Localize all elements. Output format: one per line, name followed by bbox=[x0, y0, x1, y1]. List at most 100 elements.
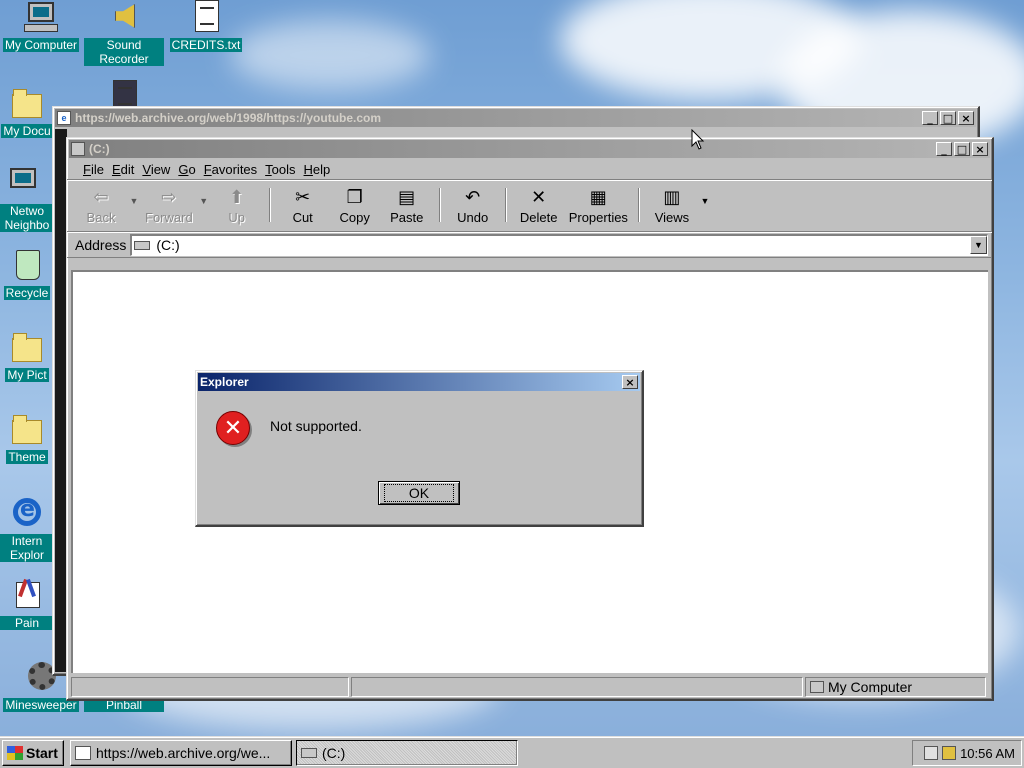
start-button[interactable]: Start bbox=[2, 739, 64, 766]
explorer-titlebar[interactable]: (C:) _ □ × bbox=[69, 140, 990, 158]
paint-icon bbox=[10, 578, 44, 612]
desktop-icon-label: Pain bbox=[0, 616, 54, 630]
drive-icon bbox=[134, 240, 151, 250]
desktop-icon-label: Recycle bbox=[3, 286, 51, 300]
menu-file[interactable]: File bbox=[79, 162, 108, 177]
close-button[interactable]: × bbox=[958, 111, 974, 125]
toolbar-separator bbox=[268, 188, 271, 222]
browser-title: https://web.archive.org/web/1998/https:/… bbox=[75, 111, 382, 125]
address-bar: Address (C:) ▼ bbox=[67, 232, 992, 258]
maximize-button[interactable]: □ bbox=[954, 142, 970, 156]
views-dropdown-arrow[interactable]: ▼ bbox=[698, 184, 712, 206]
undo-button[interactable]: ↶ Undo bbox=[447, 184, 499, 227]
toolbar-separator bbox=[438, 188, 441, 222]
status-cell-size bbox=[351, 677, 803, 697]
speaker-icon bbox=[107, 0, 141, 34]
views-grid-icon: ▥ bbox=[663, 186, 681, 208]
paste-button[interactable]: ▤ Paste bbox=[381, 184, 433, 227]
computer-icon bbox=[810, 681, 824, 693]
drive-icon bbox=[71, 142, 85, 156]
cloud bbox=[230, 20, 430, 90]
back-arrow-icon: ⇦ bbox=[93, 186, 109, 208]
folder-icon bbox=[10, 412, 44, 446]
forward-button[interactable]: ⇨ Forward bbox=[141, 184, 197, 227]
close-button[interactable]: × bbox=[972, 142, 988, 156]
mouse-cursor-icon bbox=[691, 129, 705, 150]
toolbar-separator bbox=[504, 188, 507, 222]
views-button[interactable]: ▥ Views bbox=[646, 184, 698, 227]
explorer-title: (C:) bbox=[89, 142, 110, 156]
desktop-icon-recycle-bin[interactable]: Recycle bbox=[0, 248, 54, 300]
copy-button[interactable]: ❐ Copy bbox=[329, 184, 381, 227]
address-dropdown-button[interactable]: ▼ bbox=[970, 235, 987, 254]
windows-logo-icon bbox=[7, 745, 23, 760]
desktop-icon-my-computer[interactable]: My Computer bbox=[1, 0, 81, 52]
desktop-icon-my-pictures[interactable]: My Pict bbox=[0, 330, 54, 382]
undo-icon: ↶ bbox=[465, 186, 481, 208]
internet-explorer-icon bbox=[75, 745, 91, 760]
toolbar-separator bbox=[637, 188, 640, 222]
menu-favorites[interactable]: Favorites bbox=[200, 162, 261, 177]
folder-icon bbox=[10, 86, 44, 120]
properties-button[interactable]: ▦ Properties bbox=[565, 184, 632, 227]
desktop-icon-label: My Docu bbox=[1, 124, 53, 138]
taskbar-item-browser[interactable]: https://web.archive.org/we... bbox=[70, 739, 292, 766]
volume-icon[interactable] bbox=[942, 746, 957, 760]
status-cell-location: My Computer bbox=[805, 677, 986, 697]
tray-network-icon[interactable] bbox=[924, 746, 939, 760]
scissors-icon: ✂ bbox=[295, 186, 311, 208]
cut-button[interactable]: ✂ Cut bbox=[277, 184, 329, 227]
system-tray: 10:56 AM bbox=[912, 740, 1022, 766]
desktop-icon-label: Theme bbox=[6, 450, 48, 464]
dialog-title: Explorer bbox=[200, 375, 249, 389]
computer-icon bbox=[24, 0, 58, 34]
desktop-icon-sound-recorder[interactable]: Sound Recorder bbox=[84, 0, 164, 66]
recycle-bin-icon bbox=[10, 248, 44, 282]
up-button[interactable]: ⬆ Up bbox=[211, 184, 263, 227]
menu-tools[interactable]: Tools bbox=[261, 162, 299, 177]
internet-explorer-icon bbox=[10, 496, 44, 530]
desktop-icon-themes[interactable]: Theme bbox=[0, 412, 54, 464]
taskbar: Start https://web.archive.org/we... (C:)… bbox=[0, 736, 1024, 768]
delete-button[interactable]: ✕ Delete bbox=[513, 184, 565, 227]
delete-x-icon: ✕ bbox=[531, 186, 547, 208]
dialog-close-button[interactable]: × bbox=[622, 375, 638, 389]
menu-go[interactable]: Go bbox=[174, 162, 199, 177]
address-input[interactable]: (C:) ▼ bbox=[130, 233, 988, 256]
copy-icon: ❐ bbox=[346, 186, 363, 208]
clock[interactable]: 10:56 AM bbox=[960, 746, 1015, 761]
maximize-button[interactable]: □ bbox=[940, 111, 956, 125]
desktop-icon-paint[interactable]: Pain bbox=[0, 578, 54, 630]
back-button[interactable]: ⇦ Back bbox=[75, 184, 127, 227]
taskbar-item-explorer[interactable]: (C:) bbox=[296, 739, 518, 766]
error-dialog[interactable]: Explorer × ✕ Not supported. OK bbox=[195, 370, 644, 527]
menu-edit[interactable]: Edit bbox=[108, 162, 138, 177]
dialog-titlebar[interactable]: Explorer × bbox=[198, 373, 640, 391]
desktop-icon-label: Intern Explor bbox=[0, 534, 54, 562]
desktop-icon-label: My Pict bbox=[5, 368, 49, 382]
desktop-icon-label: CREDITS.txt bbox=[169, 38, 243, 52]
error-icon: ✕ bbox=[216, 411, 250, 445]
properties-icon: ▦ bbox=[589, 186, 607, 208]
up-folder-icon: ⬆ bbox=[229, 186, 245, 208]
menu-help[interactable]: Help bbox=[300, 162, 335, 177]
drive-icon bbox=[301, 747, 317, 758]
minimize-button[interactable]: _ bbox=[922, 111, 938, 125]
internet-explorer-icon: e bbox=[57, 111, 71, 125]
minimize-button[interactable]: _ bbox=[936, 142, 952, 156]
desktop-icon-internet-explorer[interactable]: Intern Explor bbox=[0, 496, 54, 562]
toolbar: ⇦ Back ▼ ⇨ Forward ▼ ⬆ Up ✂ Cut ❐ Copy ▤… bbox=[67, 180, 992, 232]
desktop-icon-network-neighborhood[interactable]: Netwo Neighbo bbox=[0, 166, 54, 232]
network-icon bbox=[10, 166, 44, 200]
menu-view[interactable]: View bbox=[138, 162, 174, 177]
back-dropdown-arrow[interactable]: ▼ bbox=[127, 184, 141, 206]
forward-dropdown-arrow[interactable]: ▼ bbox=[197, 184, 211, 206]
address-value: (C:) bbox=[156, 237, 180, 253]
desktop-icon-my-documents[interactable]: My Docu bbox=[0, 86, 54, 138]
ok-button[interactable]: OK bbox=[378, 481, 460, 505]
menu-bar: File Edit View Go Favorites Tools Help bbox=[67, 160, 992, 180]
desktop-icon-credits[interactable]: CREDITS.txt bbox=[166, 0, 246, 52]
forward-arrow-icon: ⇨ bbox=[161, 186, 177, 208]
browser-titlebar[interactable]: e https://web.archive.org/web/1998/https… bbox=[55, 109, 976, 127]
status-bar: My Computer bbox=[71, 677, 988, 697]
